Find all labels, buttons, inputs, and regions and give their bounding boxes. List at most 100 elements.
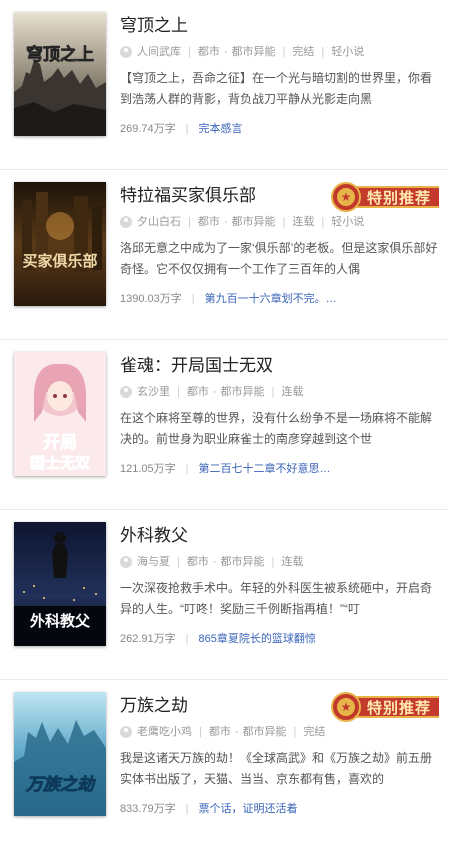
- book-title[interactable]: 穹顶之上: [120, 14, 439, 38]
- divider: |: [191, 293, 195, 305]
- book-description: 一次深夜抢救手术中。年轻的外科医生被系统砸中，开启奇异的人生。“叮咚！奖励三千例…: [120, 581, 433, 616]
- divider: |: [177, 386, 180, 398]
- book-title[interactable]: 雀魂：开局国士无双: [120, 354, 439, 378]
- divider: |: [185, 803, 189, 815]
- latest-chapter-link[interactable]: 第九百一十六章划不完。…: [205, 292, 337, 306]
- medal-icon: ★: [330, 692, 361, 722]
- cover-art: 穹顶之上: [14, 12, 106, 136]
- medal-icon: ★: [330, 182, 361, 212]
- word-count: 121.05万字: [120, 463, 176, 475]
- divider: |: [282, 216, 286, 228]
- status: 完结: [292, 46, 315, 58]
- book-meta: 老鹰吃小鸡 | 都市 · 都市异能 | 完结: [120, 724, 439, 740]
- tag: 轻小说: [331, 216, 365, 228]
- book-cover[interactable]: 开局 国士无双: [14, 352, 106, 476]
- book-footer: 833.79万字 | 票个话，证明还活着: [120, 802, 439, 816]
- book-footer: 262.91万字 | 865章夏院长的篮球翻惊: [120, 632, 439, 646]
- category: 都市: [197, 46, 220, 58]
- featured-badge-label: 特别推荐: [352, 186, 439, 208]
- word-count: 833.79万字: [120, 803, 176, 815]
- author-avatar-icon: [120, 726, 132, 738]
- book-item[interactable]: 外科教父 外科教父 海与夏 | 都市 · 都市异能 | 连载 一次深夜抢救手术中…: [0, 510, 449, 680]
- word-count: 1390.03万字: [120, 293, 182, 305]
- author-name[interactable]: 夕山白石: [137, 214, 181, 230]
- svg-text:开局: 开局: [43, 433, 77, 453]
- category: 都市: [186, 556, 209, 568]
- divider: |: [199, 726, 202, 738]
- subcategory: 都市异能: [242, 726, 287, 738]
- author-name[interactable]: 老鹰吃小鸡: [137, 724, 192, 740]
- book-footer: 1390.03万字 | 第九百一十六章划不完。…: [120, 292, 439, 306]
- book-cover[interactable]: 万族之劫: [14, 692, 106, 816]
- divider: |: [321, 46, 325, 58]
- subcategory: 都市异能: [231, 46, 276, 58]
- book-description: 【穹顶之上，吾命之征】在一个光与暗切割的世界里，你看到浩荡人群的背影，背负战刀平…: [120, 71, 433, 106]
- divider: |: [282, 46, 286, 58]
- book-cover[interactable]: 穹顶之上: [14, 12, 106, 136]
- subcategory: 都市异能: [220, 556, 265, 568]
- divider: |: [271, 386, 275, 398]
- tag: 轻小说: [331, 46, 365, 58]
- divider: |: [188, 46, 191, 58]
- book-meta: 海与夏 | 都市 · 都市异能 | 连载: [120, 554, 439, 570]
- cover-art: 开局 国士无双: [14, 352, 106, 476]
- cover-title: 外科教父: [29, 612, 91, 630]
- book-meta: 玄沙里 | 都市 · 都市异能 | 连载: [120, 384, 439, 400]
- word-count: 269.74万字: [120, 123, 176, 135]
- word-count: 262.91万字: [120, 633, 176, 645]
- divider: |: [271, 556, 275, 568]
- book-item[interactable]: 买家俱乐部 特拉福买家俱乐部 夕山白石 | 都市 · 都市异能 | 连载 | 轻…: [0, 170, 449, 340]
- book-meta: 夕山白石 | 都市 · 都市异能 | 连载 | 轻小说: [120, 214, 439, 230]
- book-title[interactable]: 外科教父: [120, 524, 439, 548]
- author-avatar-icon: [120, 556, 132, 568]
- book-description: 在这个麻将至尊的世界，没有什么纷争不是一场麻将不能解决的。前世身为职业麻雀士的南…: [120, 411, 433, 446]
- book-item[interactable]: 开局 国士无双 雀魂：开局国士无双 玄沙里 | 都市 · 都市异能 | 连载 在…: [0, 340, 449, 510]
- divider: |: [293, 726, 297, 738]
- status: 连载: [281, 386, 304, 398]
- dot-separator: ·: [212, 386, 217, 398]
- divider: |: [185, 633, 189, 645]
- book-footer: 121.05万字 | 第二百七十二章不好意思…: [120, 462, 439, 476]
- cover-art: 外科教父: [14, 522, 106, 646]
- featured-badge-label: 特别推荐: [352, 696, 439, 718]
- book-item[interactable]: 穹顶之上 穹顶之上 人间武库 | 都市 · 都市异能 | 完结 | 轻小说 【穹…: [0, 0, 449, 170]
- book-footer: 269.74万字 | 完本感言: [120, 122, 439, 136]
- latest-chapter-link[interactable]: 865章夏院长的篮球翻惊: [199, 632, 316, 646]
- dot-separator: ·: [212, 556, 217, 568]
- author-name[interactable]: 海与夏: [137, 554, 170, 570]
- subcategory: 都市异能: [231, 216, 276, 228]
- status: 完结: [303, 726, 326, 738]
- latest-chapter-link[interactable]: 票个话，证明还活着: [199, 802, 298, 816]
- book-description: 洛邱无意之中成为了一家‘俱乐部’的老板。但是这家俱乐部好奇怪。它不仅仅拥有一个工…: [120, 241, 438, 276]
- author-name[interactable]: 玄沙里: [137, 384, 170, 400]
- divider: |: [177, 556, 180, 568]
- cover-art: 万族之劫: [14, 692, 106, 816]
- author-avatar-icon: [120, 216, 132, 228]
- book-item[interactable]: 万族之劫 万族之劫 老鹰吃小鸡 | 都市 · 都市异能 | 完结 我是这诸天万族…: [0, 680, 449, 850]
- author-name[interactable]: 人间武库: [137, 44, 181, 60]
- subcategory: 都市异能: [220, 386, 265, 398]
- category: 都市: [197, 216, 220, 228]
- book-cover[interactable]: 买家俱乐部: [14, 182, 106, 306]
- latest-chapter-link[interactable]: 完本感言: [199, 122, 243, 136]
- book-description: 我是这诸天万族的劫！《全球高武》和《万族之劫》前五册实体书出版了，天猫、当当、京…: [120, 751, 433, 786]
- cover-title: 穹顶之上: [26, 44, 94, 65]
- dot-separator: ·: [234, 726, 239, 738]
- book-meta: 人间武库 | 都市 · 都市异能 | 完结 | 轻小说: [120, 44, 439, 60]
- category: 都市: [186, 386, 209, 398]
- cover-art: 买家俱乐部: [14, 182, 106, 306]
- status: 连载: [292, 216, 315, 228]
- latest-chapter-link[interactable]: 第二百七十二章不好意思…: [199, 462, 331, 476]
- dot-separator: ·: [223, 46, 228, 58]
- dot-separator: ·: [223, 216, 228, 228]
- category: 都市: [208, 726, 231, 738]
- book-cover[interactable]: 外科教父: [14, 522, 106, 646]
- svg-text:国士无双: 国士无双: [30, 454, 90, 472]
- book-list: 穹顶之上 穹顶之上 人间武库 | 都市 · 都市异能 | 完结 | 轻小说 【穹…: [0, 0, 449, 850]
- divider: |: [185, 463, 189, 475]
- featured-badge: ★ 特别推荐: [330, 182, 439, 212]
- cover-title: 买家俱乐部: [22, 252, 97, 270]
- cover-title: 万族之劫: [25, 775, 96, 795]
- divider: |: [321, 216, 325, 228]
- author-avatar-icon: [120, 386, 132, 398]
